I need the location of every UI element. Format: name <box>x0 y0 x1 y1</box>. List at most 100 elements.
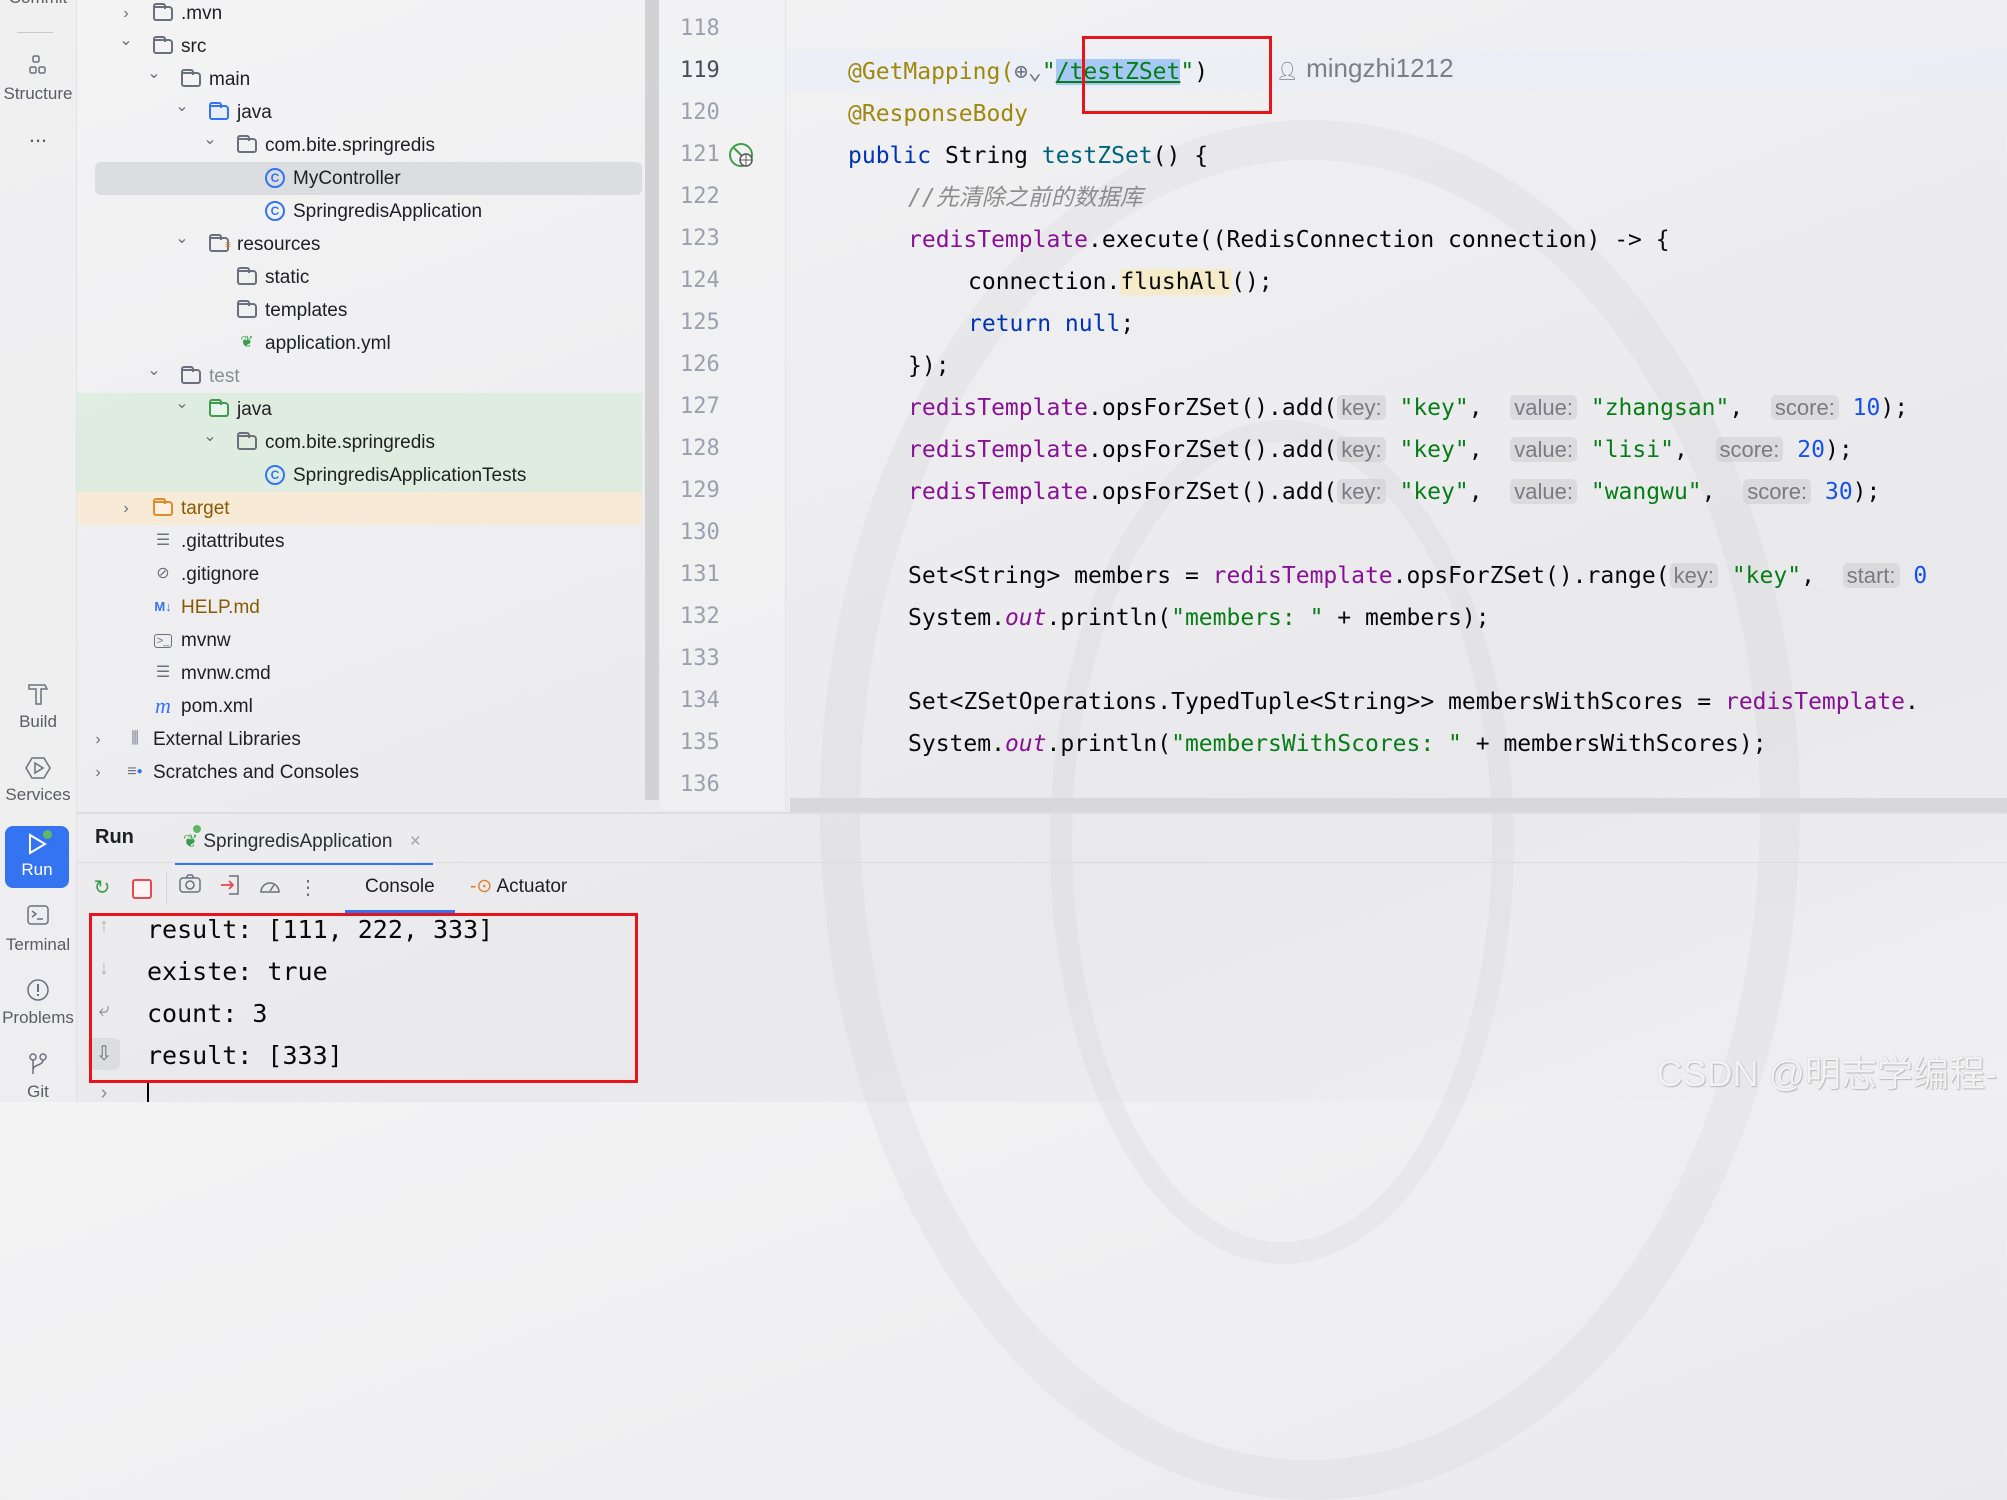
tree-item[interactable]: › ⫼ External Libraries <box>77 723 642 756</box>
tree-item[interactable]: ⌄ ≡ resources <box>77 228 642 261</box>
method-name: testZSet <box>1041 143 1153 169</box>
tree-item[interactable]: static <box>77 261 642 294</box>
tool-run[interactable]: Run <box>5 826 69 888</box>
chevron-down-icon[interactable]: ⌄ <box>201 420 219 453</box>
screenshot-icon[interactable] <box>176 874 204 902</box>
tree-item[interactable]: C SpringredisApplication <box>77 195 642 228</box>
tree-item[interactable]: › target <box>77 492 642 525</box>
tab-actuator[interactable]: -⊙ Actuator <box>470 870 567 910</box>
tool-commit[interactable]: Commit <box>0 0 76 8</box>
tree-item[interactable]: >_ mvnw <box>77 624 642 657</box>
tree-item[interactable]: ⌄ test <box>77 360 642 393</box>
tool-terminal-label: Terminal <box>5 935 71 954</box>
spring-boot-class-icon: C <box>263 200 287 222</box>
tree-item[interactable]: M↓ HELP.md <box>77 591 642 624</box>
libraries-icon: ⫼ <box>131 730 139 747</box>
tree-item[interactable]: templates <box>77 294 642 327</box>
globe-icon[interactable]: ⊕⌄ <box>1014 59 1042 85</box>
tool-problems[interactable]: Problems <box>0 978 76 1028</box>
tool-window-strip: Commit Structure ... Build Services Run … <box>0 0 77 1102</box>
chevron-down-icon[interactable]: ⌄ <box>145 354 163 387</box>
more-icon: ... <box>28 122 48 147</box>
tree-item[interactable]: ⌄ com.bite.springredis <box>77 426 642 459</box>
tree-item-label: test <box>209 366 240 387</box>
author-hint[interactable]: 👤︎ mingzhi1212 <box>1276 53 1454 84</box>
tree-item[interactable]: C SpringredisApplicationTests <box>77 459 642 492</box>
ignore-file-icon: ⊘ <box>156 565 170 582</box>
chevron-down-icon[interactable]: ⌄ <box>117 24 135 57</box>
param-hint: value: <box>1510 479 1577 504</box>
static-field: out <box>1004 605 1047 631</box>
tree-item[interactable]: ⌄ main <box>77 63 642 96</box>
chevron-down-icon[interactable]: ⌄ <box>173 222 191 255</box>
git-icon <box>25 1052 51 1078</box>
code-editor[interactable]: @GetMapping(⊕⌄"/testZSet") 👤︎ mingzhi121… <box>786 0 2007 810</box>
tree-item[interactable]: ⌄ java <box>77 393 642 426</box>
highlighted-method: flushAll <box>1120 269 1232 295</box>
tree-item[interactable]: › .mvn <box>77 0 642 30</box>
tree-item[interactable]: ⌄ com.bite.springredis <box>77 129 642 162</box>
stop-button[interactable] <box>128 874 156 902</box>
chevron-right-icon[interactable]: › <box>117 492 135 525</box>
code-text: .execute((RedisConnection connection) ->… <box>1088 227 1670 253</box>
line-number: 130 <box>680 520 720 545</box>
chevron-down-icon[interactable]: ⌄ <box>201 123 219 156</box>
tree-item[interactable]: C MyController <box>95 162 642 195</box>
running-indicator <box>43 830 52 839</box>
chevron-down-icon[interactable]: ⌄ <box>173 90 191 123</box>
string-quote: " <box>1041 59 1056 85</box>
code-text: System. <box>908 731 1005 757</box>
tool-git-label: Git <box>27 1082 49 1101</box>
run-config-label: SpringredisApplication <box>203 831 393 852</box>
tool-run-label: Run <box>21 860 53 879</box>
tree-item[interactable]: › ≡● Scratches and Consoles <box>77 756 642 789</box>
close-tab-icon[interactable]: × <box>410 831 421 852</box>
tool-git[interactable]: Git <box>0 1052 76 1102</box>
tool-terminal[interactable]: Terminal <box>0 905 76 955</box>
project-scrollbar[interactable] <box>645 0 659 800</box>
code-text: .println( <box>1046 605 1172 631</box>
highlight-box-mapping <box>1082 36 1272 114</box>
tree-item-label: pom.xml <box>181 696 253 717</box>
tool-structure[interactable]: Structure <box>0 54 76 104</box>
tree-item-label: mvnw.cmd <box>181 663 271 684</box>
tab-console[interactable]: Console <box>345 870 455 913</box>
tool-build-label: Build <box>19 712 57 731</box>
code-text: + membersWithScores); <box>1461 731 1767 757</box>
tool-services[interactable]: Services <box>0 755 76 805</box>
string-literal: "key" <box>1399 479 1469 505</box>
tree-item-label: .gitignore <box>181 564 260 585</box>
run-config-tab[interactable]: ❦ SpringredisApplication × <box>175 820 433 865</box>
profiler-icon[interactable] <box>256 874 284 902</box>
tree-item-label: main <box>209 69 251 90</box>
exit-icon[interactable] <box>216 874 244 902</box>
code-line-122-comment: //先清除之前的数据库 <box>908 185 1143 211</box>
tool-problems-label: Problems <box>2 1008 74 1027</box>
tool-build[interactable]: Build <box>0 682 76 732</box>
chevron-right-icon[interactable]: › <box>89 723 107 756</box>
endpoint-gutter-icon[interactable] <box>728 142 756 170</box>
tree-item[interactable]: m pom.xml <box>77 690 642 723</box>
more-options-icon[interactable]: ⋮ <box>294 874 322 902</box>
chevron-right-icon[interactable]: › <box>89 756 107 789</box>
code-line-126: }); <box>908 353 950 379</box>
line-number: 126 <box>680 352 720 377</box>
number-literal: 0 <box>1913 563 1928 589</box>
tree-item[interactable]: ☰ .gitattributes <box>77 525 642 558</box>
spring-boot-icon: ❦ <box>183 825 201 851</box>
chevron-down-icon[interactable]: ⌄ <box>173 387 191 420</box>
field-ref: redisTemplate <box>1724 689 1905 715</box>
tree-item[interactable]: ⌄ java <box>77 96 642 129</box>
rerun-icon[interactable]: ↻ <box>88 874 116 902</box>
highlight-box-output <box>89 913 638 1083</box>
line-number: 128 <box>680 436 720 461</box>
console-caret <box>147 1080 149 1102</box>
tree-item[interactable]: ☰ mvnw.cmd <box>77 657 642 690</box>
tree-item[interactable]: ⊘ .gitignore <box>77 558 642 591</box>
tool-more[interactable]: ... <box>0 122 76 148</box>
editor-horizontal-scrollbar[interactable] <box>790 798 2007 812</box>
chevron-down-icon[interactable]: ⌄ <box>145 57 163 90</box>
code-line-129: redisTemplate.opsForZSet().add(key: "key… <box>908 479 1881 505</box>
line-number: 124 <box>680 268 720 293</box>
code-text: () { <box>1152 143 1209 169</box>
